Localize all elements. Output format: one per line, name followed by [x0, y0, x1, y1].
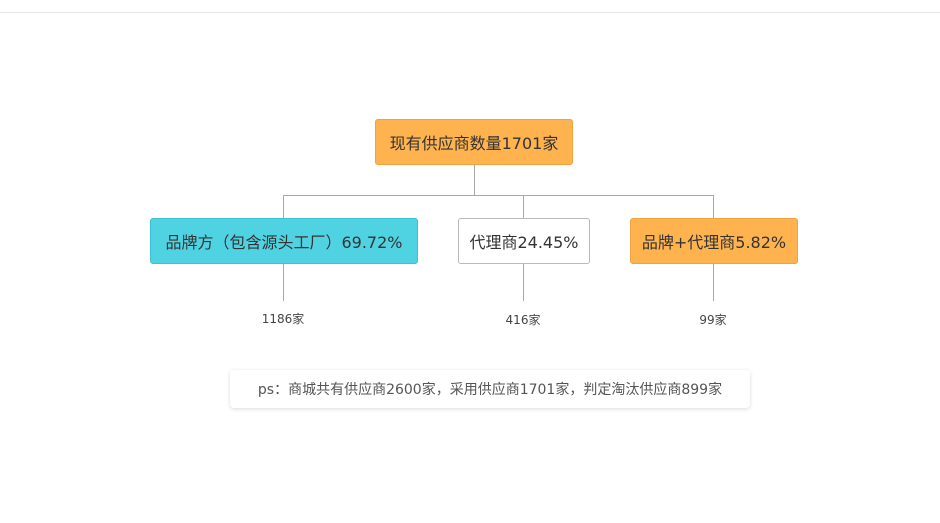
count-brand-owner: 1186家	[261, 312, 305, 326]
count-line-agent	[523, 264, 524, 301]
note-box: ps：商城共有供应商2600家，采用供应商1701家，判定淘汰供应商899家	[230, 370, 750, 408]
node-agent[interactable]: 代理商24.45%	[458, 218, 590, 264]
root-node-total-suppliers[interactable]: 现有供应商数量1701家	[375, 119, 573, 165]
node-brand-owner[interactable]: 品牌方（包含源头工厂）69.72%	[150, 218, 418, 264]
count-agent: 416家	[505, 313, 541, 327]
node-brand-owner-label: 品牌方（包含源头工厂）69.72%	[165, 233, 403, 252]
note-text: ps：商城共有供应商2600家，采用供应商1701家，判定淘汰供应商899家	[257, 382, 723, 398]
node-agent-label: 代理商24.45%	[469, 233, 579, 252]
node-brand-plus-agent[interactable]: 品牌+代理商5.82%	[630, 218, 798, 264]
node-brand-plus-agent-label: 品牌+代理商5.82%	[641, 233, 787, 252]
root-stem-line	[474, 165, 475, 195]
branch-line-brand-agent	[713, 195, 714, 219]
count-line-brand-agent	[713, 264, 714, 301]
branch-line-agent	[523, 195, 524, 219]
root-node-label: 现有供应商数量1701家	[389, 134, 559, 153]
count-brand-plus-agent: 99家	[699, 313, 727, 327]
branch-line-brand	[283, 195, 284, 219]
count-line-brand	[283, 264, 284, 301]
branch-horizontal-line	[283, 195, 714, 196]
top-divider	[0, 12, 940, 13]
